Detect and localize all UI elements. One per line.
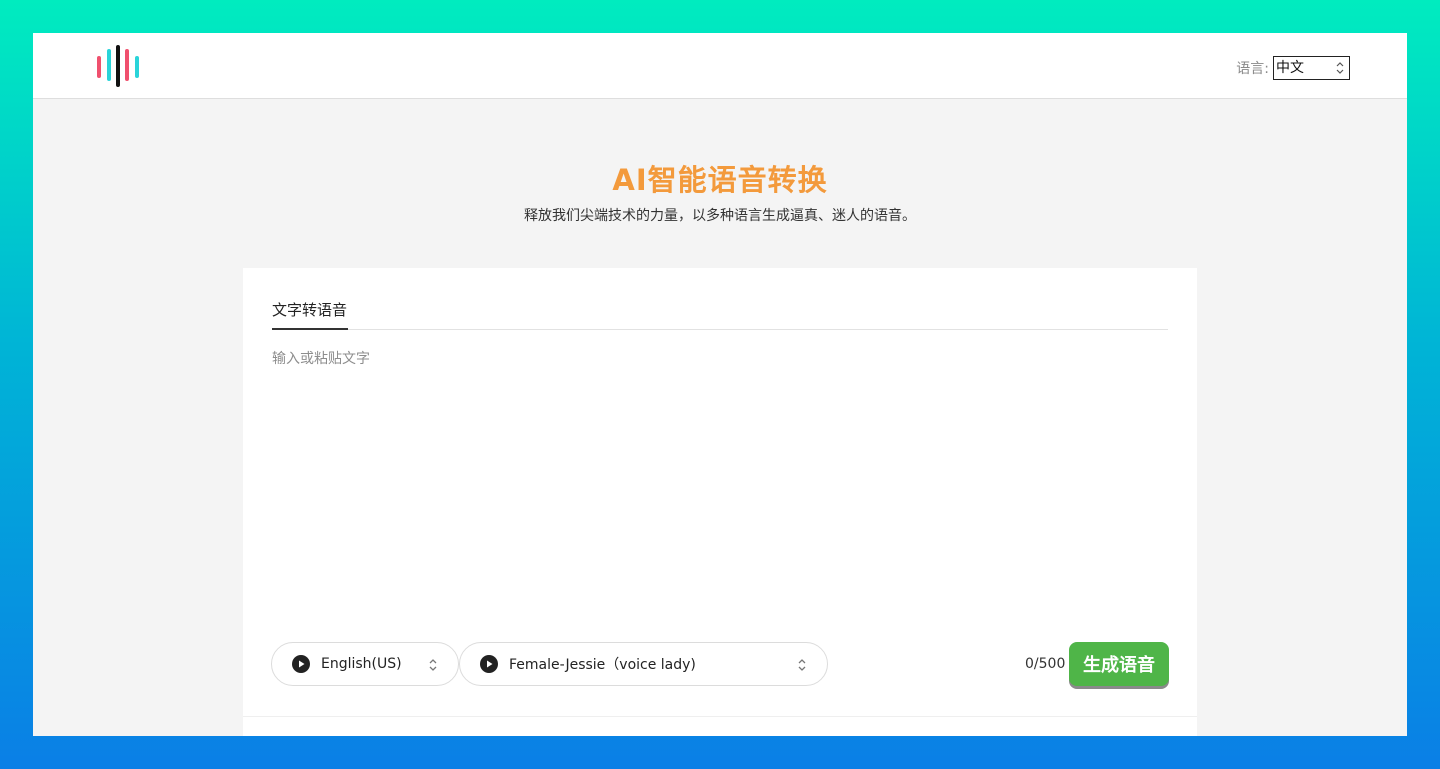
tts-card: 文字转语音 English(US) Female-Jessie（voice la… — [243, 268, 1197, 736]
language-label: 语言: — [1236, 61, 1269, 77]
up-down-chevron-icon — [798, 659, 806, 671]
card-divider — [243, 716, 1197, 717]
play-icon[interactable] — [480, 655, 498, 673]
tab-text-to-speech[interactable]: 文字转语音 — [272, 294, 348, 330]
top-bar: 语言: 中文 — [33, 33, 1407, 99]
up-down-chevron-icon — [429, 659, 437, 671]
language-dropdown[interactable]: English(US) — [271, 642, 459, 686]
play-icon[interactable] — [292, 655, 310, 673]
sound-wave-logo-icon[interactable] — [95, 45, 141, 87]
page-subtitle: 释放我们尖端技术的力量，以多种语言生成逼真、迷人的语音。 — [524, 208, 916, 224]
voice-dropdown-value: Female-Jessie（voice lady) — [509, 657, 696, 673]
character-counter: 0/500 — [1025, 656, 1066, 672]
generate-speech-button[interactable]: 生成语音 — [1069, 642, 1169, 686]
language-select[interactable]: 中文 — [1273, 56, 1350, 80]
tab-bar: 文字转语音 — [272, 294, 1168, 330]
language-select-value: 中文 — [1276, 60, 1304, 76]
up-down-chevron-icon — [1336, 62, 1344, 74]
text-input[interactable] — [272, 348, 1168, 628]
language-dropdown-value: English(US) — [321, 656, 402, 672]
language-switcher: 语言: 中文 — [1236, 56, 1350, 80]
voice-dropdown[interactable]: Female-Jessie（voice lady) — [459, 642, 828, 686]
page-title: AI智能语音转换 — [612, 163, 828, 197]
app-window: 语言: 中文 AI智能语音转换 释放我们尖端技术的力量，以多种语言生成逼真、迷人… — [33, 33, 1407, 736]
